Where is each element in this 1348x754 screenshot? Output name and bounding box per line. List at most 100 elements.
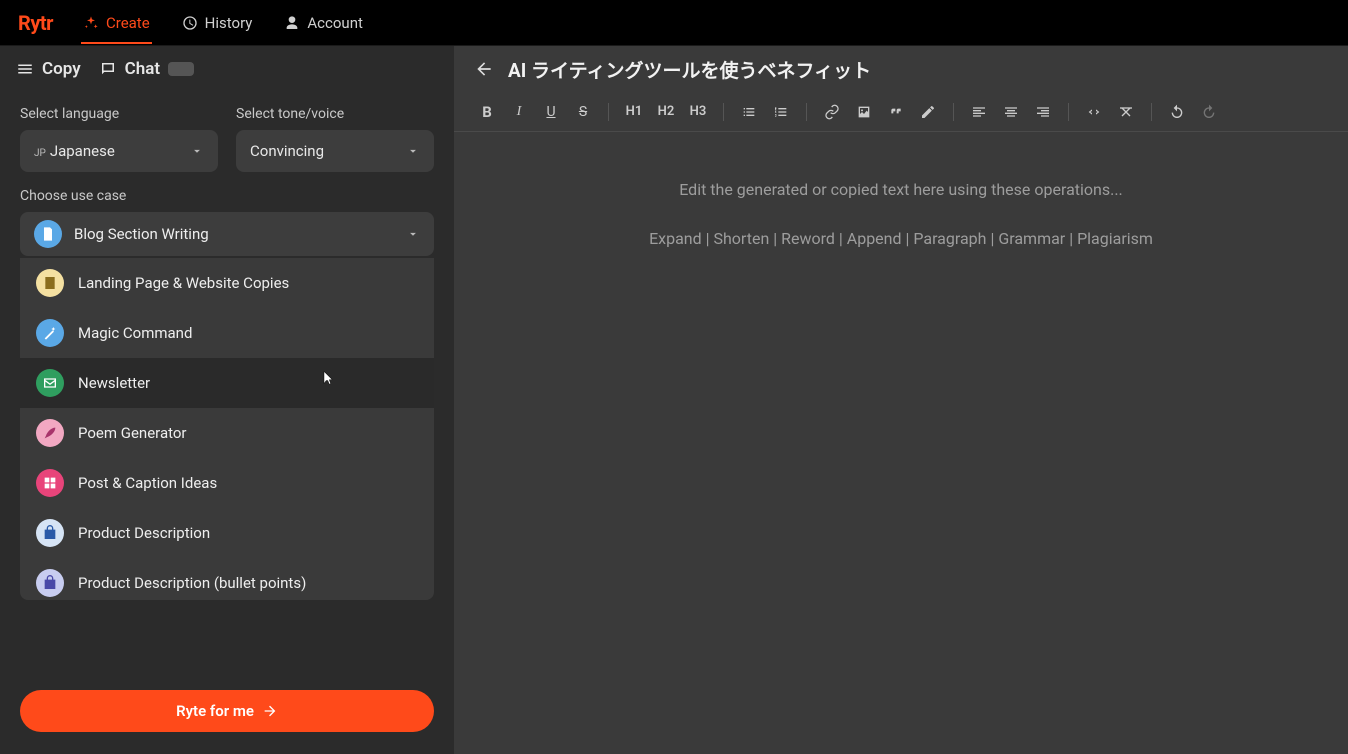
nav-history-label: History: [205, 14, 253, 32]
usecase-option[interactable]: Product Description: [20, 508, 434, 558]
strikethrough-button[interactable]: S: [570, 99, 596, 125]
list-ul-icon: [741, 104, 757, 120]
nav-account[interactable]: Account: [282, 4, 365, 42]
align-center-button[interactable]: [998, 99, 1024, 125]
nav-history[interactable]: History: [180, 4, 255, 42]
tone-value: Convincing: [250, 142, 324, 160]
code-button[interactable]: [1081, 99, 1107, 125]
page-icon: [36, 269, 64, 297]
usecase-option[interactable]: Magic Command: [20, 308, 434, 358]
h1-button[interactable]: H1: [621, 99, 647, 125]
tone-select[interactable]: Convincing: [236, 130, 434, 172]
image-button[interactable]: [851, 99, 877, 125]
editor-body[interactable]: Edit the generated or copied text here u…: [454, 132, 1348, 248]
chevron-down-icon: [406, 144, 420, 158]
chat-tab[interactable]: Chat: [99, 59, 194, 79]
language-select[interactable]: JP Japanese: [20, 130, 218, 172]
secondary-bar: Copy Chat: [0, 46, 454, 92]
editor-toolbar: B I U S H1 H2 H3: [454, 92, 1348, 132]
redo-icon: [1201, 104, 1217, 120]
list-ol-icon: [773, 104, 789, 120]
sidebar: Copy Chat Select language JPJapanese Sel…: [0, 46, 454, 754]
usecase-option-label: Landing Page & Website Copies: [78, 274, 289, 292]
h3-button[interactable]: H3: [685, 99, 711, 125]
align-center-icon: [1003, 104, 1019, 120]
wand-icon: [36, 319, 64, 347]
usecase-option[interactable]: Poem Generator: [20, 408, 434, 458]
toolbar-separator: [953, 103, 954, 121]
undo-button[interactable]: [1164, 99, 1190, 125]
usecase-option[interactable]: Landing Page & Website Copies: [20, 258, 434, 308]
ordered-list-button[interactable]: [768, 99, 794, 125]
usecase-option-label: Product Description: [78, 524, 210, 542]
usecase-option[interactable]: Newsletter: [20, 358, 434, 408]
code-icon: [1086, 104, 1102, 120]
nav-create[interactable]: Create: [81, 4, 152, 44]
bag-icon: [36, 569, 64, 597]
usecase-option-label: Poem Generator: [78, 424, 187, 442]
bold-button[interactable]: B: [474, 99, 500, 125]
feather-icon: [36, 419, 64, 447]
person-icon: [284, 15, 300, 31]
nav-account-label: Account: [307, 14, 363, 32]
mail-icon: [36, 369, 64, 397]
ryte-for-me-button[interactable]: Ryte for me: [20, 690, 434, 732]
editor-header: AI ライティングツールを使うベネフィット: [454, 46, 1348, 92]
grid-icon: [36, 469, 64, 497]
top-nav: Rytr Create History Account: [0, 0, 1348, 46]
usecase-selected-label: Blog Section Writing: [74, 225, 209, 243]
toolbar-separator: [608, 103, 609, 121]
clear-format-button[interactable]: [1113, 99, 1139, 125]
document-icon: [34, 220, 62, 248]
align-left-icon: [971, 104, 987, 120]
usecase-label: Choose use case: [20, 188, 434, 204]
link-button[interactable]: [819, 99, 845, 125]
usecase-select[interactable]: Blog Section Writing: [20, 212, 434, 256]
editor-operations-hint: Expand | Shorten | Reword | Append | Par…: [649, 229, 1153, 248]
align-right-icon: [1035, 104, 1051, 120]
copy-tab[interactable]: Copy: [16, 59, 81, 79]
editor-placeholder: Edit the generated or copied text here u…: [679, 180, 1123, 199]
editor: AI ライティングツールを使うベネフィット B I U S H1 H2 H3: [454, 46, 1348, 754]
chat-icon: [99, 60, 117, 78]
tone-label: Select tone/voice: [236, 106, 434, 122]
toolbar-separator: [806, 103, 807, 121]
redo-button[interactable]: [1196, 99, 1222, 125]
chat-tab-label: Chat: [125, 59, 160, 79]
toolbar-separator: [723, 103, 724, 121]
align-left-button[interactable]: [966, 99, 992, 125]
back-button[interactable]: [474, 59, 494, 79]
bag-icon: [36, 519, 64, 547]
nav-create-label: Create: [106, 14, 150, 32]
highlight-button[interactable]: [915, 99, 941, 125]
h2-button[interactable]: H2: [653, 99, 679, 125]
toolbar-separator: [1068, 103, 1069, 121]
usecase-option-label: Product Description (bullet points): [78, 574, 306, 592]
cta-label: Ryte for me: [176, 702, 254, 720]
clear-format-icon: [1118, 104, 1134, 120]
quote-button[interactable]: [883, 99, 909, 125]
chevron-down-icon: [190, 144, 204, 158]
logo: Rytr: [18, 11, 53, 35]
toolbar-separator: [1151, 103, 1152, 121]
language-prefix: JP: [34, 148, 46, 159]
unordered-list-button[interactable]: [736, 99, 762, 125]
arrow-right-icon: [262, 703, 278, 719]
usecase-dropdown-list[interactable]: Landing Page & Website Copies Magic Comma…: [20, 258, 434, 600]
align-right-button[interactable]: [1030, 99, 1056, 125]
usecase-dropdown: Landing Page & Website Copies Magic Comma…: [20, 258, 434, 600]
usecase-option-label: Post & Caption Ideas: [78, 474, 217, 492]
menu-icon: [16, 60, 34, 78]
quote-icon: [888, 104, 904, 120]
usecase-option[interactable]: Post & Caption Ideas: [20, 458, 434, 508]
usecase-option-label: Newsletter: [78, 374, 150, 392]
underline-button[interactable]: U: [538, 99, 564, 125]
chat-badge: [168, 62, 194, 76]
image-icon: [856, 104, 872, 120]
language-value: Japanese: [50, 142, 115, 160]
copy-tab-label: Copy: [42, 59, 81, 79]
usecase-option[interactable]: Product Description (bullet points): [20, 558, 434, 600]
chevron-down-icon: [406, 227, 420, 241]
document-title: AI ライティングツールを使うベネフィット: [508, 56, 871, 83]
italic-button[interactable]: I: [506, 99, 532, 125]
